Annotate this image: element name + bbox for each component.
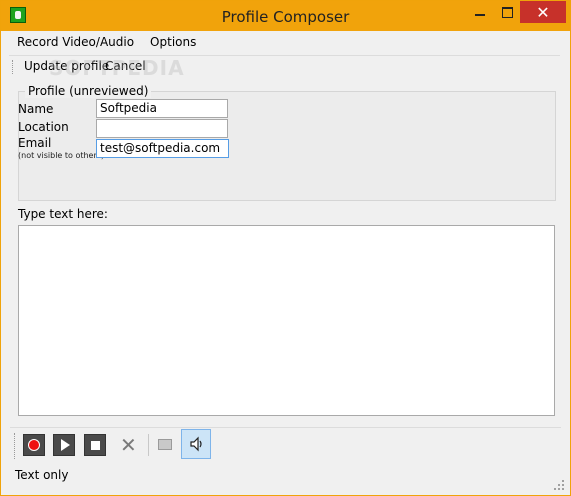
menu-record-video-audio[interactable]: Record Video/Audio <box>9 33 142 53</box>
name-field[interactable]: Softpedia <box>96 99 228 118</box>
record-button[interactable] <box>23 434 45 456</box>
toolbar: Update profile Cancel <box>9 55 560 78</box>
location-label: Location <box>18 120 69 134</box>
close-button[interactable]: ✕ <box>520 1 566 23</box>
speaker-icon <box>190 436 202 452</box>
screen-icon[interactable] <box>158 439 172 450</box>
title-bar[interactable]: Profile Composer ✕ <box>1 1 570 31</box>
status-text: Text only <box>15 468 69 482</box>
media-separator <box>148 434 149 456</box>
email-field[interactable]: test@softpedia.com <box>96 139 229 158</box>
menu-options[interactable]: Options <box>142 33 204 53</box>
stop-icon <box>90 440 100 450</box>
maximize-icon <box>501 6 513 18</box>
email-label: Email <box>18 136 52 150</box>
minimize-button[interactable] <box>466 1 494 23</box>
maximize-button[interactable] <box>493 1 521 23</box>
app-window: Profile Composer ✕ Record Video/Audio Op… <box>0 0 571 496</box>
close-icon: ✕ <box>536 2 550 22</box>
minimize-icon <box>475 14 485 16</box>
menu-bar: Record Video/Audio Options <box>9 33 204 53</box>
update-profile-button[interactable]: Update profile <box>24 59 109 73</box>
play-button[interactable] <box>53 434 75 456</box>
record-icon <box>28 439 40 451</box>
resize-grip-icon[interactable] <box>553 479 565 491</box>
stop-button[interactable] <box>84 434 106 456</box>
play-icon <box>60 439 70 451</box>
name-label: Name <box>18 102 54 116</box>
toolbar-grip[interactable] <box>12 60 16 74</box>
delete-icon[interactable]: ✕ <box>120 433 137 457</box>
media-toolbar-grip[interactable] <box>14 433 18 459</box>
speaker-button[interactable] <box>181 429 211 459</box>
media-toolbar: ✕ <box>10 427 561 462</box>
profile-group-label: Profile (unreviewed) <box>25 84 152 98</box>
location-field[interactable] <box>96 119 228 138</box>
email-note: (not visible to others) <box>18 151 105 160</box>
message-textarea[interactable] <box>18 225 555 416</box>
message-label: Type text here: <box>18 207 108 221</box>
cancel-button[interactable]: Cancel <box>105 59 146 73</box>
